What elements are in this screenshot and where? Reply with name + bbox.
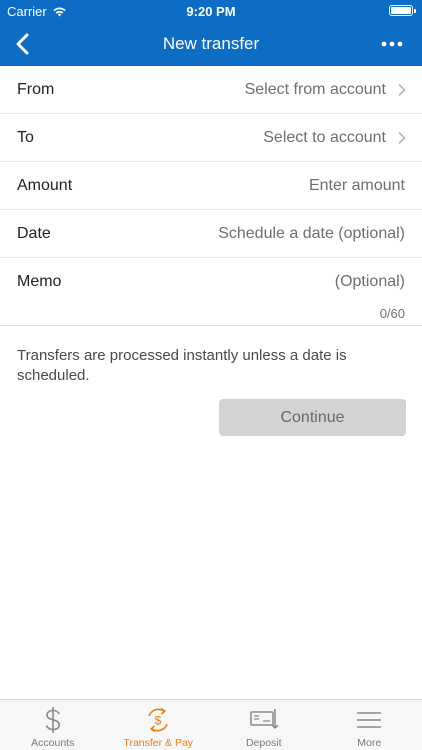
dollar-icon [43,705,63,735]
tab-deposit[interactable]: Deposit [211,700,317,750]
to-account-value: Select to account [263,129,406,147]
nav-bar: New transfer [0,22,422,66]
amount-label: Amount [17,176,73,194]
transfer-form: From Select from account To Select to ac… [0,66,422,326]
memo-input[interactable]: (Optional) [335,273,405,291]
to-label: To [17,128,34,146]
date-row[interactable]: Date Schedule a date (optional) [0,210,422,258]
tab-label: Deposit [245,737,282,749]
amount-row[interactable]: Amount Enter amount [0,162,422,210]
from-account-value: Select from account [245,81,406,99]
to-account-row[interactable]: To Select to account [0,114,422,162]
ellipsis-icon [381,41,403,47]
date-input[interactable]: Schedule a date (optional) [218,225,405,243]
chevron-right-icon [398,83,406,96]
amount-input[interactable]: Enter amount [309,177,405,195]
chevron-right-icon [398,131,406,144]
memo-char-counter: 0/60 [379,306,405,321]
battery-icon [389,5,416,16]
menu-icon [356,705,382,735]
continue-button[interactable]: Continue [219,399,406,436]
app-header: Carrier 9:20 PM New transfer [0,0,422,66]
tab-label: Accounts [31,737,75,749]
deposit-check-icon [249,705,279,735]
to-account-text: Select to account [263,128,386,146]
from-label: From [17,80,55,98]
tab-label: Transfer & Pay [123,737,194,749]
date-label: Date [17,224,51,242]
from-account-row[interactable]: From Select from account [0,66,422,114]
memo-row[interactable]: Memo (Optional) 0/60 [0,258,422,326]
status-bar: Carrier 9:20 PM [0,0,422,22]
tab-label: More [357,737,382,749]
tab-accounts[interactable]: Accounts [0,700,106,750]
status-time: 9:20 PM [186,4,236,19]
more-options-button[interactable] [378,32,406,56]
memo-label: Memo [17,273,62,290]
svg-text:$: $ [155,714,162,728]
tab-transfer-pay[interactable]: $ Transfer & Pay [106,700,212,750]
transfer-pay-icon: $ [144,705,172,735]
from-account-text: Select from account [244,80,386,98]
page-title: New transfer [162,34,260,53]
tab-bar: Accounts $ Transfer & Pay Deposit More [0,699,422,750]
info-text: Transfers are processed instantly unless… [17,347,347,384]
tab-more[interactable]: More [317,700,422,750]
